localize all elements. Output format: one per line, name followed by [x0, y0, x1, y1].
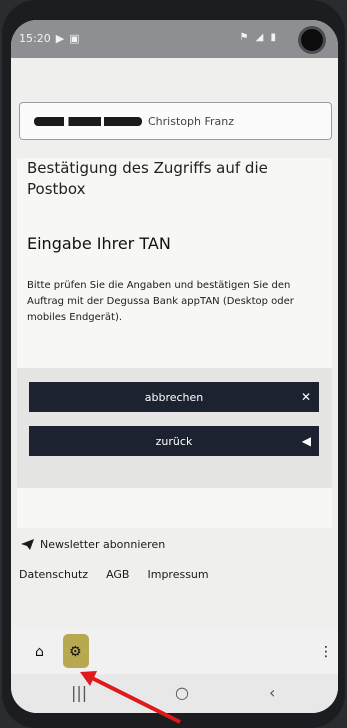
annotation-arrow — [80, 671, 181, 724]
